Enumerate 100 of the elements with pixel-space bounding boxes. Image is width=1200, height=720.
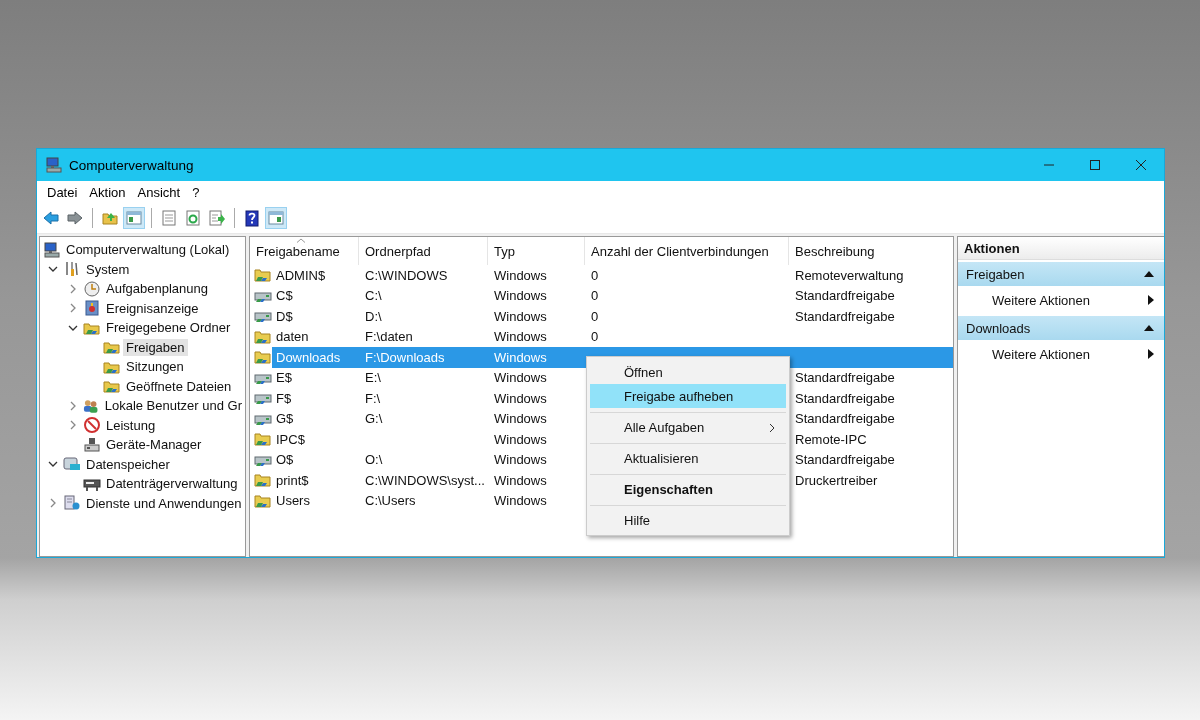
table-cell: 0 [591, 267, 599, 283]
list-item[interactable]: IPC$ [272, 431, 305, 447]
chevron-right-icon [768, 422, 776, 433]
column-header[interactable]: Typ [488, 237, 585, 265]
menu-item[interactable]: Aktualisieren [590, 443, 786, 470]
table-cell: Standardfreigabe [795, 452, 895, 468]
event-viewer-icon [83, 299, 101, 318]
action-item[interactable]: Weitere Aktionen [958, 340, 1164, 368]
table-cell: O:\ [365, 452, 383, 468]
table-cell: 0 [591, 288, 599, 304]
section-header[interactable]: Downloads [958, 316, 1164, 340]
list-item[interactable]: D$ [272, 308, 293, 324]
table-cell: Standardfreigabe [795, 308, 895, 324]
table-cell: Windows [494, 472, 547, 488]
close-icon [1135, 159, 1147, 171]
menu-item[interactable]: Eigenschaften [590, 474, 786, 501]
table-cell: Remoteverwaltung [795, 267, 904, 283]
list-item[interactable]: Users [272, 493, 310, 509]
table-cell: G:\ [365, 411, 383, 427]
menu-item[interactable]: Ansicht [131, 182, 187, 202]
menu-item[interactable]: Alle Aufgaben [590, 412, 786, 439]
table-cell: C:\WINDOWS [365, 267, 448, 283]
tools-icon [63, 260, 81, 279]
export-icon [208, 209, 226, 227]
table-cell: Windows [494, 267, 547, 283]
menu-item[interactable]: Datei [41, 182, 84, 202]
document-icon [160, 209, 178, 227]
table-cell: Standardfreigabe [795, 370, 895, 386]
section-header[interactable]: Freigaben [958, 262, 1164, 286]
column-header[interactable]: Freigabename [250, 237, 359, 265]
list-item[interactable]: O$ [272, 452, 294, 468]
table-cell: F:\ [365, 390, 381, 406]
menu-item[interactable]: Hilfe [590, 505, 786, 532]
column-header[interactable]: Ordnerpfad [359, 237, 488, 265]
tree-item[interactable]: Ereignisanzeige [103, 299, 202, 317]
action-item[interactable]: Weitere Aktionen [958, 286, 1164, 314]
table-cell: Windows [494, 329, 547, 345]
window-title: Computerverwaltung [69, 157, 194, 173]
list-item[interactable]: daten [272, 329, 309, 345]
tree-item[interactable]: Freigaben [123, 338, 188, 356]
left-arrow-icon [42, 209, 60, 227]
list-item[interactable]: print$ [272, 472, 309, 488]
tree-item[interactable]: Aufgabenplanung [103, 280, 211, 298]
shared-folder-icon [254, 430, 272, 449]
right-arrow-icon [66, 209, 84, 227]
help-icon [243, 209, 261, 227]
table-cell: F:\Downloads [365, 349, 445, 365]
tree-item[interactable]: Geräte-Manager [103, 436, 205, 454]
services-icon [63, 494, 81, 513]
table-cell: Windows [494, 370, 547, 386]
list-item[interactable]: C$ [272, 288, 293, 304]
table-cell: Windows [494, 452, 547, 468]
menu-item[interactable]: ? [186, 182, 206, 202]
panel-icon [125, 209, 143, 227]
table-cell: Windows [494, 308, 547, 324]
column-header[interactable]: Anzahl der Clientverbindungen [585, 237, 789, 265]
table-cell: Windows [494, 431, 547, 447]
table-cell: Remote-IPC [795, 431, 867, 447]
table-cell: F:\daten [365, 329, 413, 345]
triangle-right-icon [1148, 295, 1154, 305]
table-cell: Windows [494, 411, 547, 427]
table-cell: Standardfreigabe [795, 288, 895, 304]
maximize-icon [1089, 159, 1101, 171]
tree-item[interactable]: Sitzungen [123, 358, 187, 376]
list-item[interactable]: F$ [272, 390, 292, 406]
tree-item[interactable]: Datenspeicher [83, 455, 173, 473]
list-item[interactable]: E$ [272, 370, 292, 386]
table-cell: Standardfreigabe [795, 411, 895, 427]
tree-item[interactable]: Geöffnete Dateien [123, 377, 235, 395]
tree-item[interactable]: Lokale Benutzer und Gr [101, 397, 245, 415]
device-icon [83, 435, 101, 454]
no-entry-icon [83, 416, 101, 435]
tree-item[interactable]: Leistung [103, 416, 159, 434]
table-cell: C:\ [365, 288, 382, 304]
list-item[interactable]: G$ [272, 411, 294, 427]
table-cell: Druckertreiber [795, 472, 878, 488]
table-cell: Windows [494, 390, 547, 406]
panel-title: Aktionen [958, 237, 1164, 260]
table-cell: C:\WINDOWS\syst... [365, 472, 485, 488]
tree-item[interactable]: Computerverwaltung (Lokal) [63, 241, 233, 259]
shared-folder-icon [254, 471, 272, 490]
shared-folder-icon [254, 266, 272, 285]
table-cell: 0 [591, 329, 599, 345]
table-cell: Windows [494, 349, 547, 365]
table-cell: E:\ [365, 370, 381, 386]
tree-item[interactable]: Dienste und Anwendungen [83, 494, 245, 512]
list-item[interactable]: ADMIN$ [272, 267, 326, 283]
table-cell: C:\Users [365, 493, 416, 509]
panel-icon [267, 209, 285, 227]
column-header[interactable]: Beschreibung [789, 237, 953, 265]
menu-item[interactable]: Freigabe aufheben [590, 384, 786, 408]
table-cell: Standardfreigabe [795, 390, 895, 406]
triangle-right-icon [1148, 349, 1154, 359]
tree-item[interactable]: Datenträgerverwaltung [103, 475, 241, 493]
menu-item[interactable]: Aktion [83, 182, 132, 202]
table-cell: D:\ [365, 308, 382, 324]
tree-item[interactable]: Freigegebene Ordner [103, 319, 234, 337]
tree-item[interactable]: System [83, 260, 133, 278]
clock-icon [83, 279, 101, 298]
menu-item[interactable]: Öffnen [590, 360, 786, 384]
